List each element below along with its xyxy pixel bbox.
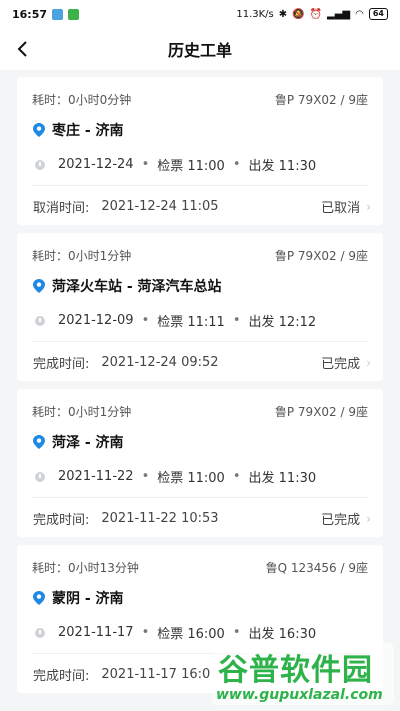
order-vehicle: 鲁P 79X02 / 9座 (274, 249, 368, 263)
wechat-icon (68, 8, 80, 20)
route-text: 枣庄 - 济南 (52, 123, 124, 139)
watermark-name: 谷普软件园 (218, 653, 373, 688)
order-schedule: 2021-12-09 • 检票 11:11 • 出发 12:12 (35, 311, 316, 330)
divider (32, 185, 368, 186)
order-card[interactable]: 耗时：0小时0分钟 鲁P 79X02 / 9座 枣庄 - 济南 2021-12-… (17, 77, 383, 225)
separator-dot: • (141, 469, 150, 484)
battery-icon: 64 (368, 8, 388, 20)
status-bar: 16:57 11.3K/s ✱ 🔕 ⏰ ▂▄▆ ◠ 64 (0, 0, 400, 28)
order-duration: 耗时：0小时1分钟 (32, 405, 132, 419)
divider (32, 497, 368, 498)
navigation-bar: 历史工单 (0, 28, 400, 70)
order-card[interactable]: 耗时：0小时1分钟 鲁P 79X02 / 9座 菏泽火车站 - 菏泽汽车总站 2… (17, 233, 383, 381)
route-text: 蒙阴 - 济南 (52, 591, 124, 607)
chevron-right-icon: › (366, 355, 371, 370)
status-badge: 已完成 (321, 357, 361, 372)
order-meta: 耗时：0小时13分钟 鲁Q 123456 / 9座 (32, 559, 368, 576)
clock-icon (35, 159, 45, 170)
status-badge: 已完成 (321, 513, 361, 528)
chevron-right-icon: › (366, 199, 371, 214)
status-left: 16:57 (12, 7, 80, 21)
order-duration: 耗时：0小时13分钟 (32, 561, 139, 575)
order-date: 2021-11-22 (58, 469, 134, 484)
order-footer: 完成时间: 2021-12-24 09:52 已完成 › (33, 353, 371, 372)
app-notification-icon (52, 8, 64, 20)
separator-dot: • (141, 157, 150, 172)
page-title: 历史工单 (167, 41, 232, 60)
footer-time: 2021-11-22 10:53 (101, 511, 219, 526)
check-in-time: 检票 16:00 (157, 627, 225, 642)
order-meta: 耗时：0小时0分钟 鲁P 79X02 / 9座 (32, 91, 368, 108)
depart-time: 出发 11:30 (248, 159, 317, 174)
route-text: 菏泽火车站 - 菏泽汽车总站 (52, 279, 222, 295)
alarm-icon: ⏰ (309, 8, 323, 20)
check-in-time: 检票 11:00 (157, 471, 225, 486)
back-button[interactable] (10, 36, 36, 62)
order-route: 枣庄 - 济南 (33, 120, 124, 140)
status-time: 16:57 (12, 7, 48, 21)
watermark-url: www.gupuxlazal.com (216, 687, 383, 703)
check-in-time: 检票 11:00 (157, 159, 225, 174)
order-route: 菏泽 - 济南 (33, 432, 124, 452)
location-pin-icon (33, 591, 45, 605)
depart-time: 出发 11:30 (248, 471, 317, 486)
order-vehicle: 鲁P 79X02 / 9座 (274, 93, 368, 107)
status-right: 11.3K/s ✱ 🔕 ⏰ ▂▄▆ ◠ 64 (236, 8, 388, 20)
chevron-right-icon: › (366, 511, 371, 526)
order-schedule: 2021-12-24 • 检票 11:00 • 出发 11:30 (35, 155, 316, 174)
location-pin-icon (33, 279, 45, 293)
separator-dot: • (232, 469, 241, 484)
order-date: 2021-11-17 (58, 625, 134, 640)
clock-icon (35, 627, 45, 638)
separator-dot: • (141, 313, 150, 328)
order-date: 2021-12-09 (58, 313, 134, 328)
clock-icon (35, 315, 45, 326)
order-vehicle: 鲁P 79X02 / 9座 (274, 405, 368, 419)
location-pin-icon (33, 123, 45, 137)
order-card[interactable]: 耗时：0小时1分钟 鲁P 79X02 / 9座 菏泽 - 济南 2021-11-… (17, 389, 383, 537)
footer-label: 完成时间: (33, 357, 90, 372)
divider (32, 341, 368, 342)
footer-time: 2021-12-24 09:52 (101, 355, 219, 370)
order-duration: 耗时：0小时1分钟 (32, 249, 132, 263)
footer-label: 完成时间: (33, 513, 90, 528)
order-vehicle: 鲁Q 123456 / 9座 (265, 561, 368, 575)
route-text: 菏泽 - 济南 (52, 435, 124, 451)
footer-label: 取消时间: (33, 201, 90, 216)
location-pin-icon (33, 435, 45, 449)
separator-dot: • (232, 313, 241, 328)
order-footer: 完成时间: 2021-11-22 10:53 已完成 › (33, 509, 371, 528)
depart-time: 出发 12:12 (248, 315, 317, 330)
network-speed: 11.3K/s (236, 8, 274, 20)
separator-dot: • (232, 625, 241, 640)
bluetooth-icon: ✱ (278, 8, 288, 20)
order-date: 2021-12-24 (58, 157, 134, 172)
separator-dot: • (232, 157, 241, 172)
separator-dot: • (141, 625, 150, 640)
signal-icon: ▂▄▆ (327, 8, 351, 20)
depart-time: 出发 16:30 (248, 627, 317, 642)
order-schedule: 2021-11-17 • 检票 16:00 • 出发 16:30 (35, 623, 316, 642)
status-badge: 已取消 (321, 201, 361, 216)
check-in-time: 检票 11:11 (157, 315, 225, 330)
chevron-left-icon (17, 41, 27, 57)
watermark-logo: 谷普软件园 www.gupuxlazal.com (212, 643, 394, 705)
clock-icon (35, 471, 45, 482)
footer-label: 完成时间: (33, 669, 90, 684)
order-schedule: 2021-11-22 • 检票 11:00 • 出发 11:30 (35, 467, 316, 486)
mute-icon: 🔕 (292, 8, 305, 20)
order-footer: 取消时间: 2021-12-24 11:05 已取消 › (33, 197, 371, 216)
order-route: 蒙阴 - 济南 (33, 588, 124, 608)
order-meta: 耗时：0小时1分钟 鲁P 79X02 / 9座 (32, 403, 368, 420)
wifi-icon: ◠ (355, 8, 364, 20)
order-route: 菏泽火车站 - 菏泽汽车总站 (33, 276, 222, 296)
footer-time: 2021-11-17 16:0 (101, 667, 211, 682)
footer-time: 2021-12-24 11:05 (101, 199, 219, 214)
order-duration: 耗时：0小时0分钟 (32, 93, 132, 107)
order-meta: 耗时：0小时1分钟 鲁P 79X02 / 9座 (32, 247, 368, 264)
